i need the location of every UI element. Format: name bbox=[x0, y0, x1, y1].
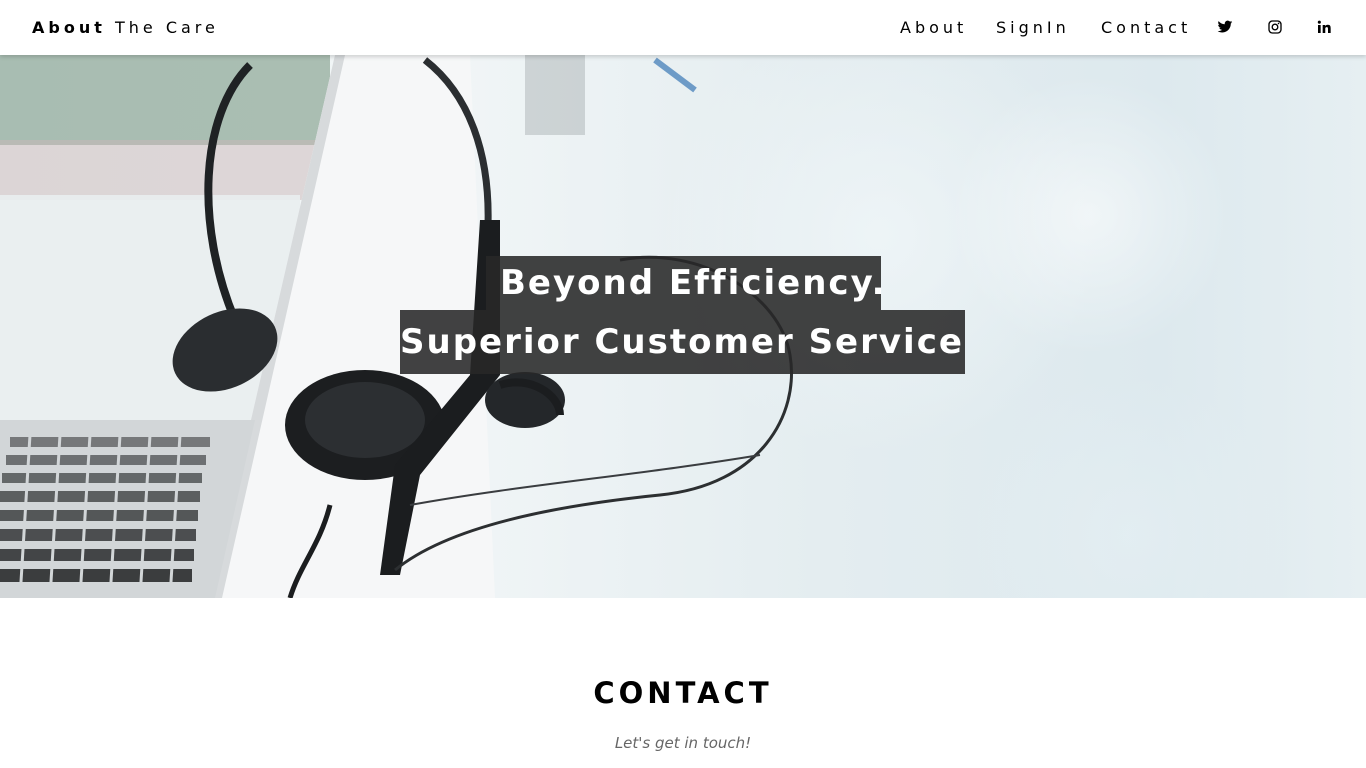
contact-section-subtitle: Let's get in touch! bbox=[614, 734, 752, 752]
brand-logo[interactable]: About The Care bbox=[32, 18, 219, 37]
nav-link-about[interactable]: About bbox=[900, 18, 967, 37]
nav-link-signin[interactable]: SignIn bbox=[996, 18, 1070, 37]
linkedin-icon[interactable] bbox=[1316, 19, 1332, 35]
nav-link-contact[interactable]: Contact bbox=[1101, 18, 1191, 37]
contact-section-title: CONTACT bbox=[593, 676, 773, 710]
instagram-icon[interactable] bbox=[1267, 19, 1283, 35]
headline-line-1: Beyond Efficiency. bbox=[486, 256, 885, 310]
twitter-icon[interactable] bbox=[1217, 19, 1233, 35]
hero-banner: Beyond Efficiency. Superior Customer Ser… bbox=[0, 55, 1366, 598]
headline-line-2: Superior Customer Service bbox=[400, 310, 965, 374]
top-navbar: About The Care About SignIn Contact bbox=[0, 0, 1366, 55]
brand-rest-text: The Care bbox=[114, 18, 219, 37]
brand-bold-text: About bbox=[32, 18, 106, 37]
